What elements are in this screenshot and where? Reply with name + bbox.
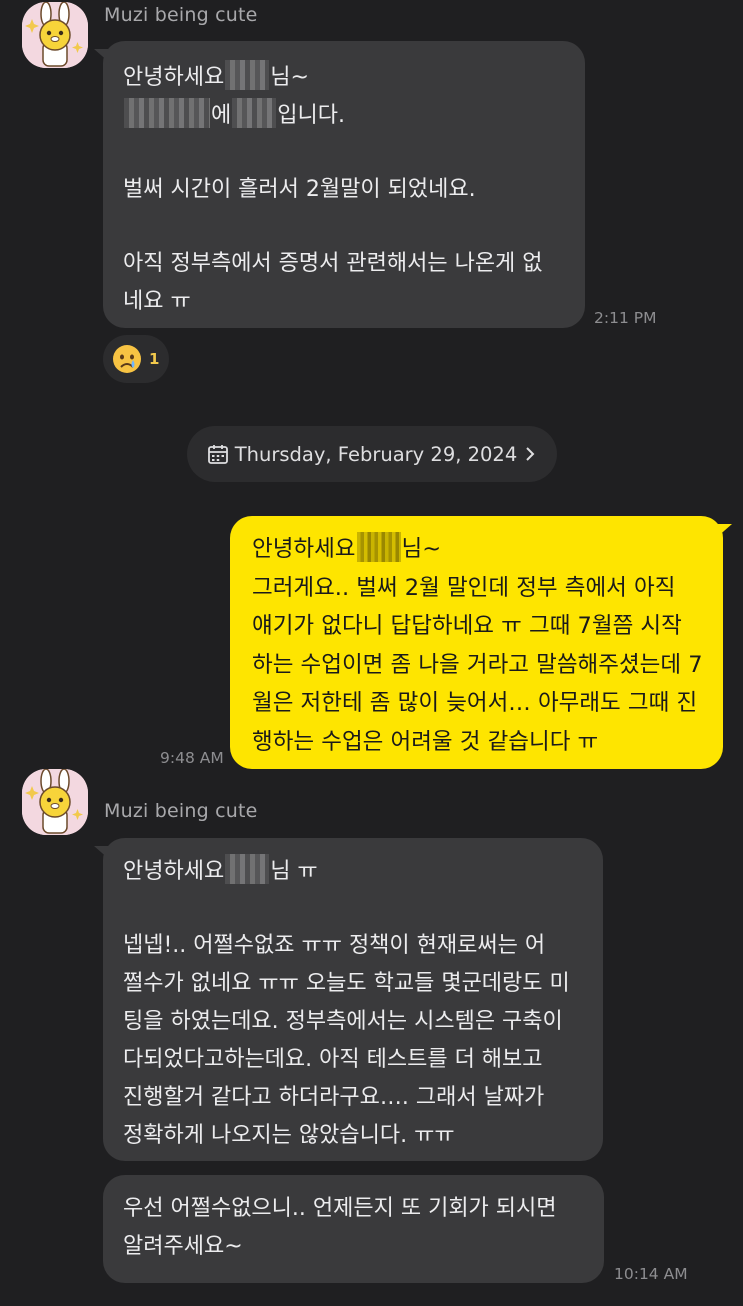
message-text: 님~ [401, 536, 442, 562]
message-text: 얘기가 없다니 답답하네요 ㅠ 그때 7월쯤 시작 [252, 613, 682, 639]
chevron-right-icon [526, 447, 535, 461]
message-text: 쩔수가 없네요 ㅠㅠ 오늘도 학교들 몇군데랑도 미 [123, 971, 570, 996]
reaction-count: 1 [149, 350, 160, 368]
message-text: 월은 저한테 좀 많이 늦어서… 아무래도 그때 진 [252, 690, 698, 716]
message-timestamp: 10:14 AM [614, 1265, 688, 1283]
message-text: 우선 어쩔수없으니.. 언제든지 또 기회가 되시면 [123, 1196, 557, 1221]
message-timestamp: 9:48 AM [160, 749, 224, 767]
reaction-badge[interactable]: 1 [103, 335, 169, 383]
date-label: Thursday, February 29, 2024 [234, 442, 518, 466]
message-text: 진행할거 같다고 하더라구요…. 그래서 날짜가 [123, 1085, 545, 1110]
outgoing-message-bubble[interactable]: 안녕하세요 님~ 그러게요.. 벌써 2월 말인데 정부 측에서 아직 얘기가 없… [230, 516, 732, 769]
message-text: 안녕하세요 [252, 536, 356, 562]
incoming-message-bubble[interactable]: 우선 어쩔수없으니.. 언제든지 또 기회가 되시면 알려주세요~ [103, 1175, 604, 1283]
incoming-message-bubble[interactable]: 안녕하세요 님 ㅠ 넵넵!.. 어쩔수없죠 ㅠㅠ 정책이 현재로써는 어 쩔수가 … [94, 838, 603, 1161]
message-text: 그러게요.. 벌써 2월 말인데 정부 측에서 아직 [252, 574, 676, 601]
message-text: 님 ㅠ [270, 859, 318, 884]
redacted-name [232, 98, 277, 128]
calendar-icon [207, 445, 228, 464]
message-text: 안녕하세요 [123, 65, 225, 90]
redacted-company [124, 98, 210, 128]
message-text: 네요 ㅠ [123, 289, 191, 314]
incoming-message-bubble[interactable]: 안녕하세요 님~ 에 입니다. 벌써 시간이 흘러서 2월말이 되었네요. 아직 정… [94, 41, 585, 328]
message-text: 벌써 시간이 흘러서 2월말이 되었네요. [123, 177, 476, 202]
sender-name: Muzi being cute [104, 4, 258, 26]
contact-avatar[interactable] [22, 2, 88, 68]
message-text: 안녕하세요 [123, 859, 225, 884]
message-text: 알려주세요~ [123, 1234, 243, 1259]
contact-avatar[interactable] [22, 769, 88, 835]
date-divider[interactable]: Thursday, February 29, 2024 [187, 426, 557, 482]
muzi-avatar-icon [22, 2, 88, 68]
message-text: 입니다. [277, 103, 345, 128]
message-timestamp: 2:11 PM [594, 309, 657, 327]
message-text: 하는 수업이면 좀 나을 거라고 말씀해주셨는데 7 [252, 651, 703, 678]
message-text: 에 [211, 103, 232, 128]
sender-name: Muzi being cute [104, 800, 258, 822]
message-text: 다되었다고하는데요. 아직 테스트를 더 해보고 [123, 1047, 543, 1072]
message-text: 아직 정부측에서 증명서 관련해서는 나온게 없 [123, 251, 543, 276]
redacted-name [225, 854, 270, 884]
redacted-name [225, 60, 270, 90]
message-text: 님~ [270, 65, 309, 90]
message-text: 행하는 수업은 어려울 것 같습니다 ㅠ [252, 728, 599, 755]
message-text: 정확하게 나오지는 않았습니다. ㅠㅠ [123, 1123, 455, 1148]
redacted-name [356, 532, 401, 562]
muzi-avatar-icon [22, 769, 88, 835]
message-text: 넵넵!.. 어쩔수없죠 ㅠㅠ 정책이 현재로써는 어 [123, 933, 546, 958]
message-text: 팅을 하였는데요. 정부측에서는 시스템은 구축이 [123, 1009, 563, 1034]
crying-face-icon [113, 345, 141, 373]
